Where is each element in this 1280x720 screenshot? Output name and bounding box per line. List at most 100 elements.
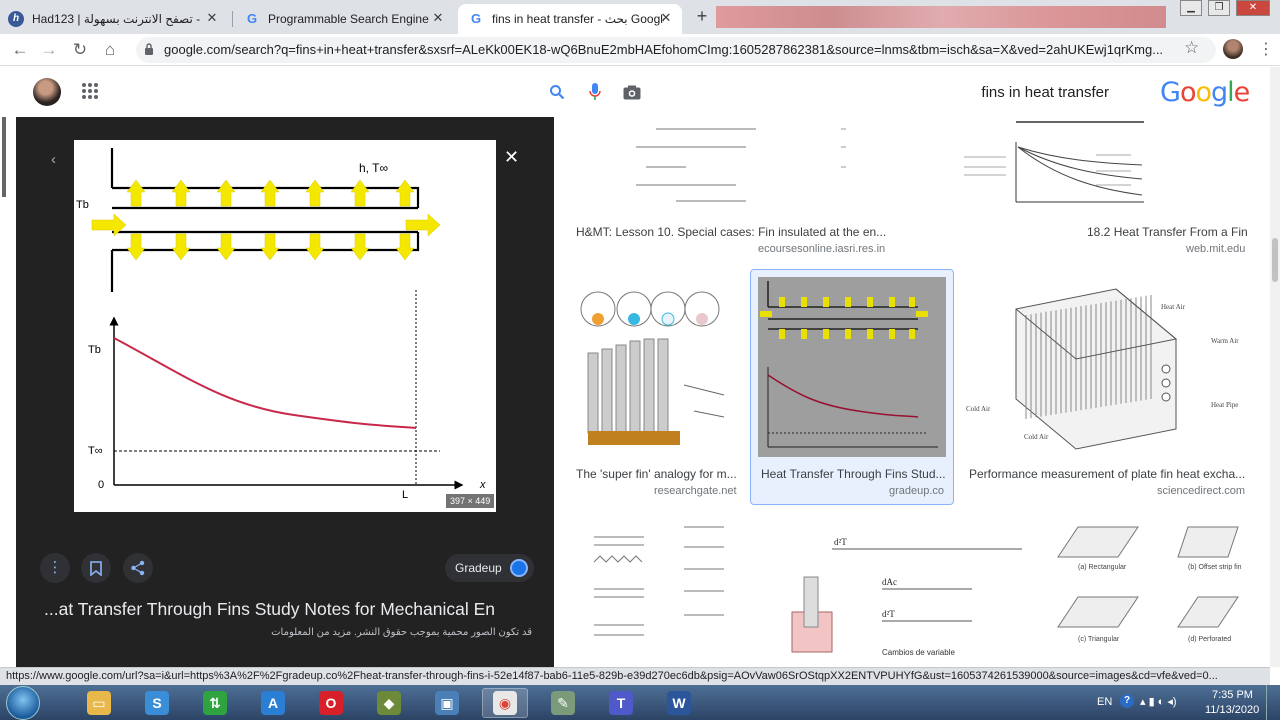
google-favicon-icon: G [246,11,258,26]
browser-menu-icon[interactable]: ⋮ [1258,39,1274,59]
new-tab-button[interactable]: + [692,7,712,27]
result-source[interactable]: researchgate.net [654,485,737,497]
result-thumbnail-selected[interactable] [758,277,946,457]
address-bar[interactable]: google.com/search?q=fins+in+heat+transfe… [136,37,1216,63]
tab-had123[interactable]: h Had123 | يبية - تصفح الانترنت بسهولة ✕ [8,4,228,34]
result-thumbnail[interactable] [906,117,1246,217]
taskbar-opera-button[interactable]: O [308,688,354,718]
tab-strip: h Had123 | يبية - تصفح الانترنت بسهولة ✕… [0,0,1280,34]
profile-avatar[interactable] [1223,39,1243,59]
tab-title: Programmable Search Engine [268,12,429,26]
google-logo[interactable]: Google [1160,77,1251,108]
taskbar-usb-tool-button[interactable]: ◆ [366,688,412,718]
close-tab-icon[interactable]: ✕ [204,10,220,26]
fin-diagram-thumbnail [760,281,938,448]
forward-button[interactable]: → [38,39,60,61]
result-thumbnail[interactable]: Heat Air Warm Air Heat Pipe Cold Air Col… [966,279,1246,459]
restore-button[interactable]: ❐ [1208,0,1230,16]
warm-air-label: Warm Air [1211,337,1239,345]
minimize-button[interactable]: ▁ [1180,0,1202,16]
page-scrollbar[interactable] [1270,67,1280,667]
visit-source-button[interactable]: Gradeup [445,554,534,582]
fin-types-thumbnail: (a) Rectangular (b) Offset strip fin (c)… [1057,526,1242,643]
previous-image-icon[interactable]: ‹ [51,151,56,168]
save-bookmark-button[interactable] [81,553,111,583]
show-desktop-button[interactable] [1266,685,1280,720]
search-box[interactable]: fins in heat transfer [535,75,1125,109]
taskbar-monitor-app-button[interactable]: ▣ [424,688,470,718]
tab-fins-search[interactable]: G fins in heat transfer - بحث Google ✕ [458,4,682,34]
tb-label: Tb [76,199,89,211]
preview-title[interactable]: ...at Transfer Through Fins Study Notes … [44,599,495,620]
fin-graph-thumbnail [964,121,1144,203]
cambios-label: Cambios de variable [882,648,955,657]
google-apps-icon[interactable] [82,83,98,99]
result-source[interactable]: ecoursesonline.iasri.res.in [758,243,885,255]
temperature-curve [113,337,417,429]
google-logo-letter: e [1233,77,1251,108]
heat-flow-arrows [91,179,441,261]
taskbar-skype-like-button[interactable]: S [134,688,180,718]
tray-icons[interactable]: ▴ ▮ ◐ ◂) [1140,695,1177,708]
status-bar-url: https://www.google.com/url?sa=i&url=http… [0,667,1270,685]
clock-time[interactable]: 7:35 PM [1212,689,1253,701]
result-caption[interactable]: 18.2 Heat Transfer From a Fin [1087,225,1247,239]
close-preview-icon[interactable]: ✕ [504,147,519,168]
scrollbar-thumb[interactable] [1272,238,1278,282]
camera-icon[interactable] [623,85,641,100]
taskbar-file-explorer-button[interactable]: ▭ [76,688,122,718]
result-thumbnail[interactable] [576,117,886,217]
result-thumbnail[interactable] [574,275,740,457]
svg-text:dAc: dAc [882,577,897,587]
result-caption[interactable]: H&MT: Lesson 10. Special cases: Fin insu… [576,225,886,239]
search-icon[interactable] [549,84,565,100]
result-thumbnail[interactable]: (a) Rectangular (b) Offset strip fin (c)… [1048,517,1248,667]
share-icon [131,560,145,576]
start-button[interactable] [6,686,40,720]
taskbar-chrome-button[interactable]: ◉ [482,688,528,718]
account-avatar[interactable] [33,78,61,106]
copyright-note[interactable]: قد تكون الصور محمية بموجب حقوق النشر. مز… [271,627,532,638]
image-results-grid: H&MT: Lesson 10. Special cases: Fin insu… [554,117,1270,667]
url-text[interactable]: google.com/search?q=fins+in+heat+transfe… [164,42,1174,57]
microphone-icon[interactable] [589,83,601,101]
more-options-button[interactable]: ⋮ [40,553,70,583]
result-caption[interactable]: Heat Transfer Through Fins Stud... [761,467,946,481]
reload-button[interactable]: ↻ [69,39,91,61]
equation-thumbnail [636,128,846,202]
image-preview-panel: ‹ › ✕ h, T∞ Tb [16,117,554,667]
brush-app-icon: ✎ [551,691,575,715]
close-tab-icon[interactable]: ✕ [430,10,446,26]
taskbar-a-app-button[interactable]: A [250,688,296,718]
h-tinf-label: h, T∞ [359,161,388,175]
help-icon[interactable]: ? [1120,694,1134,708]
result-thumbnail[interactable]: d²T dAc d²T Cambios de variable [772,517,1034,667]
page-left-margin [0,117,16,667]
search-query[interactable]: fins in heat transfer [981,84,1109,101]
clock-date[interactable]: 11/13/2020 [1205,704,1259,716]
result-thumbnail[interactable] [574,517,750,667]
share-button[interactable] [123,553,153,583]
bookmark-star-icon[interactable]: ☆ [1184,38,1199,58]
teams-icon: T [609,691,633,715]
taskbar-word-button[interactable]: W [656,688,702,718]
back-button[interactable]: ← [9,39,31,61]
language-indicator[interactable]: EN [1097,696,1112,708]
close-window-button[interactable]: ✕ [1236,0,1270,16]
result-caption[interactable]: Performance measurement of plate fin hea… [969,467,1247,481]
result-source[interactable]: gradeup.co [889,485,944,497]
result-source[interactable]: web.mit.edu [1186,243,1245,255]
google-favicon-icon: G [470,11,482,26]
tab-programmable-search[interactable]: G Programmable Search Engine ✕ [236,4,454,34]
taskbar-brush-app-button[interactable]: ✎ [540,688,586,718]
close-tab-icon[interactable]: ✕ [658,10,674,26]
taskbar-green-arrows-button[interactable]: ⇅ [192,688,238,718]
preview-image[interactable]: h, T∞ Tb Tb T∞ 0 x L [74,140,496,512]
google-logo-letter: g [1211,77,1228,108]
taskbar-teams-button[interactable]: T [598,688,644,718]
result-caption[interactable]: The 'super fin' analogy for m... [576,467,740,481]
result-source[interactable]: sciencedirect.com [1157,485,1245,497]
triangular-label: (c) Triangular [1078,636,1120,643]
axis-tinf-label: T∞ [88,445,103,457]
home-button[interactable]: ⌂ [99,39,121,61]
